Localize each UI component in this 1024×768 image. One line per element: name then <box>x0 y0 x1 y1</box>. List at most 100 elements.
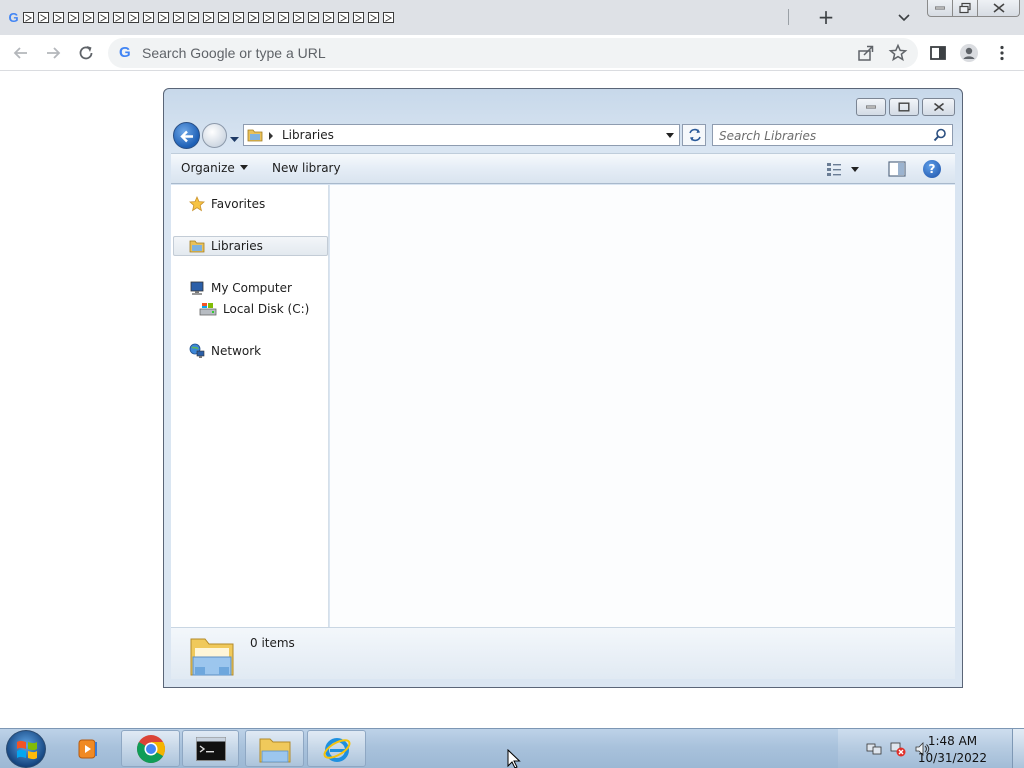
explorer-forward-button[interactable] <box>202 123 227 148</box>
explorer-close-button[interactable] <box>922 98 955 116</box>
tab-favicon-icon <box>53 11 64 23</box>
address-history-dropdown[interactable] <box>666 133 674 138</box>
minimize-icon <box>866 105 876 109</box>
window-restore-button[interactable] <box>952 0 978 17</box>
tab-item[interactable] <box>171 7 186 27</box>
nav-item-local-disk[interactable]: Local Disk (C:) <box>199 299 309 319</box>
explorer-back-button[interactable] <box>173 122 200 149</box>
breadcrumb-libraries[interactable]: Libraries <box>282 128 334 142</box>
navigation-pane: Favorites Libraries My Computer Local Di… <box>171 185 329 627</box>
tab-favicon-icon <box>23 11 34 23</box>
hard-drive-icon <box>199 303 217 316</box>
libraries-large-icon <box>190 638 234 676</box>
taskbar-chrome[interactable] <box>121 730 180 767</box>
tab-item[interactable] <box>201 7 216 27</box>
computer-icon <box>190 281 204 295</box>
tab-favicon-icon <box>68 11 79 23</box>
start-button[interactable] <box>6 730 46 768</box>
explorer-search-box[interactable] <box>712 124 953 146</box>
tab-item[interactable] <box>96 7 111 27</box>
change-view-button[interactable] <box>826 161 866 179</box>
bookmark-button[interactable] <box>888 43 908 63</box>
taskbar-internet-explorer[interactable] <box>307 730 366 767</box>
clock-date[interactable]: 10/31/2022 <box>895 751 1010 765</box>
omnibox-input[interactable] <box>142 42 822 64</box>
taskbar-command-prompt[interactable] <box>182 730 239 767</box>
account-icon <box>960 44 978 62</box>
reload-icon <box>79 46 93 60</box>
tab-favicon-icon <box>113 11 124 23</box>
back-button[interactable] <box>11 43 31 63</box>
chevron-down-icon <box>239 165 248 170</box>
file-list-pane[interactable] <box>330 185 955 627</box>
forward-button[interactable] <box>43 43 63 63</box>
tab-favicon-icon <box>158 11 169 23</box>
tab-item[interactable] <box>351 7 366 27</box>
nav-item-network[interactable]: Network <box>189 341 261 361</box>
tab-item[interactable] <box>126 7 141 27</box>
window-minimize-button[interactable] <box>927 0 953 17</box>
explorer-minimize-button[interactable] <box>856 98 886 116</box>
browser-toolbar: G <box>0 35 1024 71</box>
tab-item[interactable] <box>261 7 276 27</box>
search-icon[interactable] <box>933 128 947 142</box>
tab-item[interactable] <box>111 7 126 27</box>
tab-item[interactable] <box>21 7 36 27</box>
nav-item-my-computer[interactable]: My Computer <box>189 278 292 298</box>
taskbar-media-player[interactable] <box>70 730 106 767</box>
tab-item[interactable] <box>186 7 201 27</box>
tab-item[interactable] <box>366 7 381 27</box>
tab-item[interactable] <box>36 7 51 27</box>
tab-item[interactable] <box>141 7 156 27</box>
share-button[interactable] <box>856 43 876 63</box>
tab-item[interactable] <box>66 7 81 27</box>
tab-google[interactable]: G <box>6 7 21 27</box>
organize-button[interactable]: Organize <box>181 161 248 175</box>
tab-item[interactable] <box>81 7 96 27</box>
tab-favicon-icon <box>38 11 49 23</box>
tab-item[interactable] <box>381 7 396 27</box>
preview-pane-button[interactable] <box>888 161 906 177</box>
tab-item[interactable] <box>246 7 261 27</box>
nav-item-libraries[interactable]: Libraries <box>173 236 328 256</box>
help-button[interactable]: ? <box>923 160 941 178</box>
tray-action-center[interactable] <box>866 741 882 757</box>
explorer-window: Libraries Organize New library ? Favorit… <box>163 88 963 688</box>
tab-item[interactable] <box>321 7 336 27</box>
tab-item[interactable] <box>291 7 306 27</box>
folder-icon <box>259 738 290 762</box>
reload-button[interactable] <box>76 43 96 63</box>
media-player-icon <box>78 739 97 758</box>
tab-item[interactable] <box>276 7 291 27</box>
tab-item[interactable] <box>51 7 66 27</box>
window-close-button[interactable] <box>977 0 1020 17</box>
explorer-maximize-button[interactable] <box>889 98 919 116</box>
tab-favicon-icon <box>233 11 244 23</box>
tab-favicon-icon <box>368 11 379 23</box>
refresh-button[interactable] <box>682 124 706 146</box>
tab-favicon-icon <box>263 11 274 23</box>
breadcrumb-chevron-icon[interactable] <box>269 132 273 140</box>
address-bar[interactable]: Libraries <box>243 124 680 146</box>
tab-item[interactable] <box>156 7 171 27</box>
new-library-button[interactable]: New library <box>272 161 341 175</box>
side-panel-button[interactable] <box>928 43 948 63</box>
new-tab-button[interactable]: + <box>815 6 837 28</box>
nav-item-favorites[interactable]: Favorites <box>189 194 265 214</box>
clock-time[interactable]: 1:48 AM <box>895 734 1010 748</box>
profile-button[interactable] <box>959 43 979 63</box>
show-desktop-button[interactable] <box>1012 729 1024 768</box>
menu-button[interactable] <box>992 43 1012 63</box>
star-icon <box>888 43 908 62</box>
tab-item[interactable] <box>306 7 321 27</box>
explorer-search-input[interactable] <box>719 128 919 143</box>
tab-item[interactable] <box>231 7 246 27</box>
tab-item[interactable] <box>216 7 231 27</box>
omnibox[interactable]: G <box>108 38 918 68</box>
tab-divider <box>788 9 789 25</box>
tab-item[interactable] <box>336 7 351 27</box>
close-icon <box>933 102 944 112</box>
tab-search-button[interactable] <box>895 8 913 26</box>
taskbar-windows-explorer[interactable] <box>245 730 304 767</box>
recent-pages-dropdown[interactable] <box>230 132 239 142</box>
